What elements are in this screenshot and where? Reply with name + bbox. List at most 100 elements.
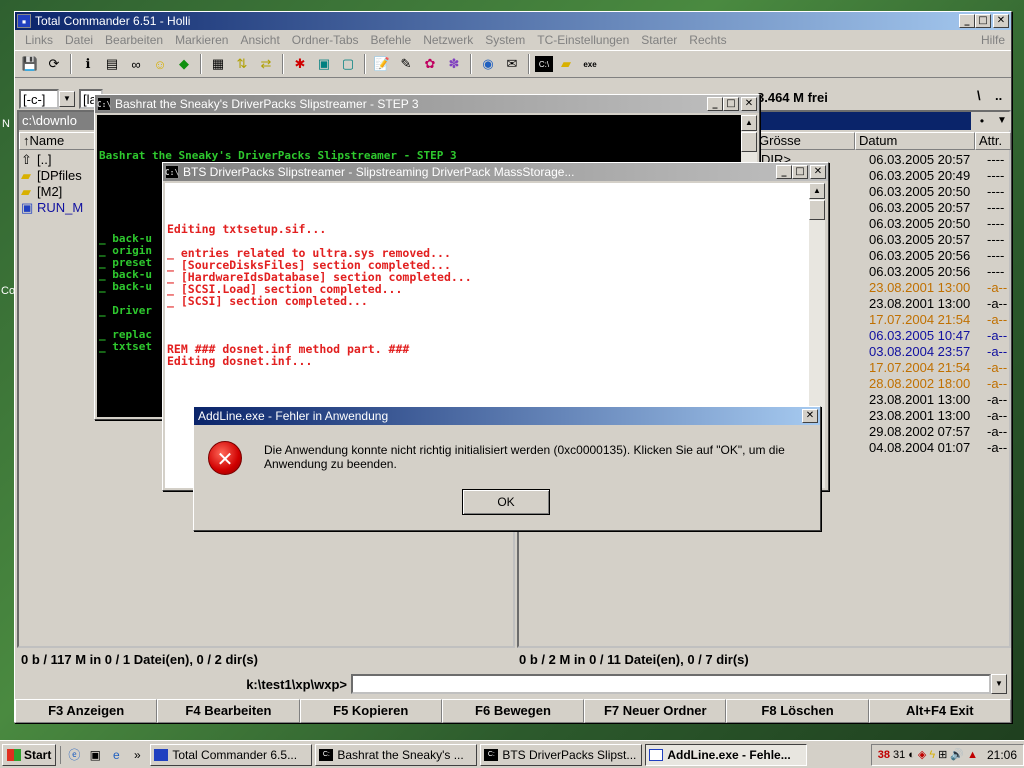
close-button[interactable]: ✕ <box>810 165 826 179</box>
error-titlebar[interactable]: AddLine.exe - Fehler in Anwendung ✕ <box>194 407 820 425</box>
right-free-space: 3.464 M frei <box>757 90 828 105</box>
menu-item[interactable]: System <box>479 33 531 47</box>
shield-icon[interactable]: ◈ <box>918 748 926 761</box>
notepad-icon[interactable]: 📝 <box>371 53 393 75</box>
file-date: 06.03.2005 20:56 <box>869 248 971 263</box>
menu-item[interactable]: TC-Einstellungen <box>531 33 635 47</box>
info-icon[interactable]: ℹ <box>77 53 99 75</box>
left-drive-select[interactable]: [-c-] <box>19 89 59 109</box>
maximize-button[interactable]: □ <box>723 97 739 111</box>
taskbar-button[interactable]: AddLine.exe - Fehle... <box>645 743 808 766</box>
root-dir-button[interactable]: \ <box>977 88 991 108</box>
network-icon[interactable]: ◆ <box>173 53 195 75</box>
sort-icon[interactable]: ⇅ <box>231 53 253 75</box>
close-button[interactable]: ✕ <box>993 14 1009 28</box>
chevron-down-icon[interactable]: ▼ <box>991 674 1007 694</box>
function-key-button[interactable]: F8 Löschen <box>726 699 869 723</box>
close-button[interactable]: ✕ <box>741 97 757 111</box>
scroll-thumb[interactable] <box>809 200 825 220</box>
compare-icon[interactable]: ▣ <box>313 53 335 75</box>
document-icon[interactable]: ▤ <box>101 53 123 75</box>
function-key-button[interactable]: F7 Neuer Ordner <box>584 699 727 723</box>
maximize-button[interactable]: □ <box>975 14 991 28</box>
console-icon[interactable]: C:\ <box>535 56 553 72</box>
taskbar-button[interactable]: C: BTS DriverPacks Slipst... <box>480 743 643 766</box>
grid-icon[interactable]: ▦ <box>207 53 229 75</box>
lightning-icon[interactable]: ϟ <box>929 749 935 761</box>
step3-titlebar[interactable]: C:\ Bashrat the Sneaky's DriverPacks Sli… <box>95 95 759 113</box>
quick-launch-more[interactable]: » <box>128 746 146 764</box>
desktop-icon[interactable]: ▣ <box>86 746 104 764</box>
function-key-button[interactable]: Alt+F4 Exit <box>868 699 1011 723</box>
smiley-icon[interactable]: ☺ <box>149 53 171 75</box>
menu-item[interactable]: Netzwerk <box>417 33 479 47</box>
tree-icon[interactable]: ⇄ <box>255 53 277 75</box>
file-attr: -a-- <box>987 296 1008 311</box>
network-icon[interactable]: ⊞ <box>938 748 947 761</box>
minimize-button[interactable]: _ <box>959 14 975 28</box>
scroll-thumb[interactable] <box>741 132 757 152</box>
folder-icon[interactable]: ▰ <box>555 53 577 75</box>
function-key-button[interactable]: F5 Kopieren <box>299 699 442 723</box>
refresh-icon[interactable]: ⟳ <box>43 53 65 75</box>
menu-item[interactable]: Rechts <box>683 33 732 47</box>
menu-item[interactable]: Ordner-Tabs <box>286 33 365 47</box>
chevron-down-icon[interactable]: ▼ <box>993 112 1011 130</box>
file-date: 29.08.2002 07:57 <box>869 424 971 439</box>
volume-icon[interactable]: 🔊 <box>950 748 964 761</box>
chevron-down-icon[interactable]: ▼ <box>59 91 75 107</box>
scroll-up-icon[interactable]: ▲ <box>809 183 825 199</box>
ie-icon[interactable]: ⓔ <box>65 746 83 764</box>
close-button[interactable]: ✕ <box>802 409 818 423</box>
parent-dir-button[interactable]: .. <box>995 88 1009 108</box>
function-key-button[interactable]: F4 Bearbeiten <box>157 699 300 723</box>
col-attr[interactable]: Attr. <box>975 132 1011 150</box>
file-date: 06.03.2005 20:57 <box>869 232 971 247</box>
file-name: [..] <box>37 152 52 167</box>
start-button[interactable]: Start <box>2 743 57 766</box>
ok-button[interactable]: OK <box>462 489 550 515</box>
col-date[interactable]: Datum <box>855 132 975 150</box>
error-message: Die Anwendung konnte nicht richtig initi… <box>264 443 785 471</box>
menu-item[interactable]: Befehle <box>365 33 418 47</box>
floppy-icon[interactable]: 💾 <box>19 53 41 75</box>
file-date: 28.08.2002 18:00 <box>869 376 971 391</box>
right-column-header: Grösse Datum Attr. <box>755 132 1011 150</box>
function-key-button[interactable]: F6 Bewegen <box>441 699 585 723</box>
command-line-bar: k:\test1\xp\wxp> ▼ <box>15 673 1011 695</box>
antivirus-icon[interactable]: ▲ <box>967 749 978 761</box>
menu-item[interactable]: Datei <box>59 33 99 47</box>
minimize-button[interactable]: _ <box>707 97 723 111</box>
taskbar-button[interactable]: C: Bashrat the Sneaky's ... <box>315 743 478 766</box>
clock[interactable]: 21:06 <box>987 748 1017 762</box>
command-input[interactable] <box>351 674 991 694</box>
history-dot-button[interactable]: • <box>973 112 991 130</box>
globe-icon[interactable]: ◉ <box>477 53 499 75</box>
menu-item[interactable]: Starter <box>635 33 683 47</box>
bts-titlebar[interactable]: C:\ BTS DriverPacks Slipstreamer - Slips… <box>163 163 828 181</box>
taskbar-button[interactable]: Total Commander 6.5... <box>150 743 313 766</box>
minimize-button[interactable]: _ <box>776 165 792 179</box>
function-key-button[interactable]: F3 Anzeigen <box>15 699 158 723</box>
tc-titlebar[interactable]: ▪ Total Commander 6.51 - Holli _ □ ✕ <box>15 12 1011 30</box>
error-title: AddLine.exe - Fehler in Anwendung <box>198 409 389 423</box>
menu-item[interactable]: Links <box>19 33 59 47</box>
menu-item[interactable]: Bearbeiten <box>99 33 169 47</box>
palette-icon[interactable]: ✽ <box>443 53 465 75</box>
panda-icon[interactable]: ◐ <box>908 749 915 761</box>
paint-icon[interactable]: ✿ <box>419 53 441 75</box>
menu-item-help[interactable]: Hilfe <box>975 33 1011 47</box>
scroll-up-icon[interactable]: ▲ <box>741 115 757 131</box>
file-attr: -a-- <box>987 360 1008 375</box>
sync-icon[interactable]: ▢ <box>337 53 359 75</box>
menu-item[interactable]: Markieren <box>169 33 234 47</box>
mail-icon[interactable]: ✉ <box>501 53 523 75</box>
asterisk-icon[interactable]: ✱ <box>289 53 311 75</box>
col-size[interactable]: Grösse <box>755 132 855 150</box>
exe-icon[interactable]: exe <box>579 53 601 75</box>
ie-icon[interactable]: e <box>107 746 125 764</box>
menu-item[interactable]: Ansicht <box>234 33 285 47</box>
binoculars-icon[interactable]: ∞ <box>125 53 147 75</box>
tools-icon[interactable]: ✎ <box>395 53 417 75</box>
maximize-button[interactable]: □ <box>792 165 808 179</box>
